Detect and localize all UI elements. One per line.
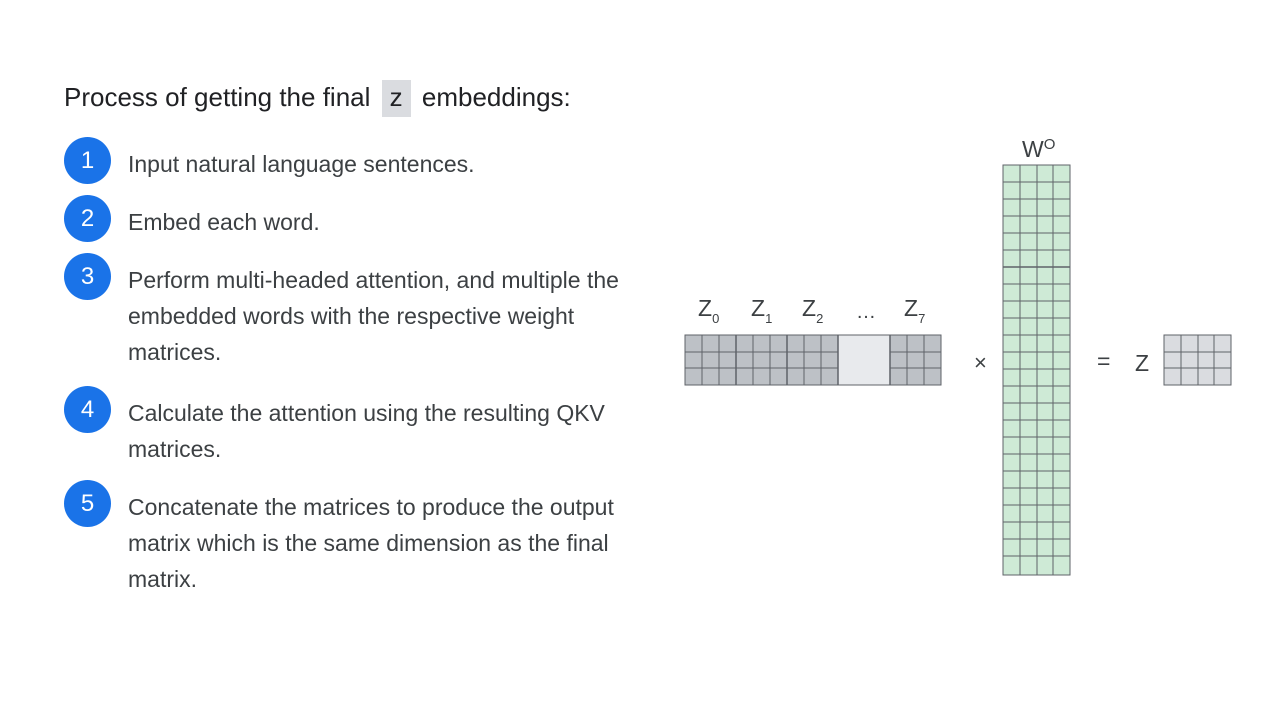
- result-z-matrix: [1163, 334, 1232, 386]
- multiply-sign: ×: [974, 350, 987, 375]
- weight-matrix-wo: [1002, 164, 1071, 576]
- ellipsis-label: …: [856, 301, 876, 323]
- result-z-label: Z: [1135, 350, 1149, 376]
- concatenated-z-matrix: [684, 334, 942, 386]
- concat-block-ellipsis: [838, 335, 890, 385]
- z-label-7: Z7: [904, 295, 925, 326]
- z-label-0: Z0: [698, 295, 719, 326]
- z-label-2: Z2: [802, 295, 823, 326]
- weight-label: WO: [1022, 136, 1055, 162]
- attention-output-diagram: Z0 Z1 Z2 … Z7 × WO = Z: [684, 136, 1232, 576]
- concat-block-z7: [890, 335, 941, 385]
- equals-sign: =: [1097, 348, 1110, 374]
- z-label-1: Z1: [751, 295, 772, 326]
- concat-block-z0-z2: [685, 335, 838, 385]
